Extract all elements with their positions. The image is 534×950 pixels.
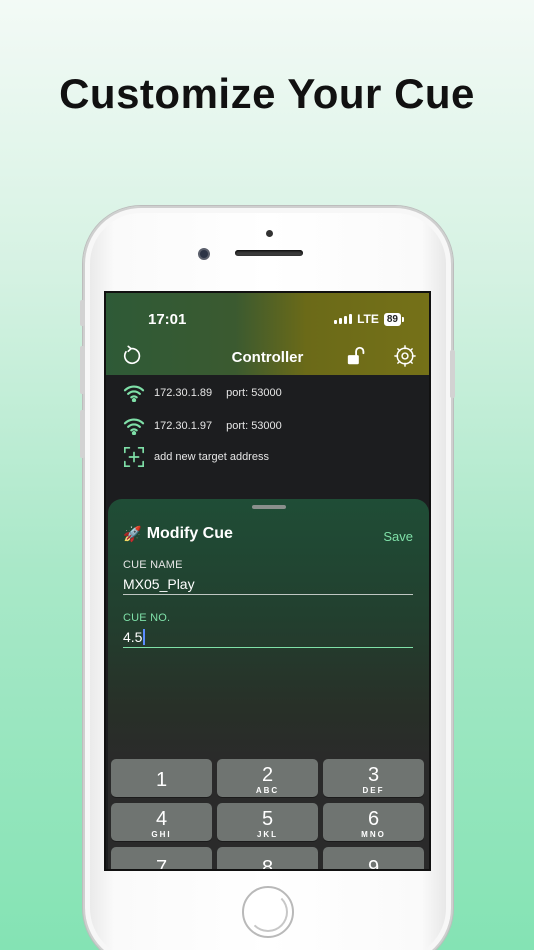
key-2[interactable]: 2 ABC xyxy=(217,759,318,797)
battery-icon: 89 xyxy=(383,312,405,326)
cue-no-field[interactable] xyxy=(123,626,413,648)
target-port: port: 53000 xyxy=(226,387,282,399)
home-button[interactable] xyxy=(242,886,294,938)
unlock-icon[interactable] xyxy=(346,345,370,369)
app-screen: 17:01 LTE 89 Controller 172.30.1.89 port… xyxy=(104,291,431,871)
add-target-button[interactable]: add new target address xyxy=(122,447,269,467)
wifi-icon xyxy=(122,383,146,403)
key-8[interactable]: 8 xyxy=(217,847,318,869)
target-row[interactable]: 172.30.1.97 port: 53000 xyxy=(122,416,282,436)
rocket-icon: 🚀 xyxy=(123,526,142,543)
key-5[interactable]: 5 JKL xyxy=(217,803,318,841)
key-9[interactable]: 9 xyxy=(323,847,424,869)
key-6[interactable]: 6 MNO xyxy=(323,803,424,841)
add-target-icon xyxy=(122,447,146,467)
gear-icon[interactable] xyxy=(394,345,418,369)
target-ip: 172.30.1.97 xyxy=(154,420,213,432)
headline: Customize Your Cue xyxy=(59,70,475,117)
cue-name-field[interactable] xyxy=(123,573,413,595)
signal-icon xyxy=(334,314,353,324)
power-button xyxy=(450,350,455,398)
key-3[interactable]: 3 DEF xyxy=(323,759,424,797)
cue-name-label: CUE NAME xyxy=(123,559,183,571)
save-button[interactable]: Save xyxy=(383,529,413,544)
front-sensor xyxy=(266,230,273,237)
earpiece-speaker xyxy=(235,250,303,256)
target-ip: 172.30.1.89 xyxy=(154,387,213,399)
status-indicators: LTE 89 xyxy=(334,312,405,326)
volume-down-button xyxy=(80,410,85,458)
status-time: 17:01 xyxy=(148,311,187,328)
add-target-label: add new target address xyxy=(154,451,269,463)
target-row[interactable]: 172.30.1.89 port: 53000 xyxy=(122,383,282,403)
text-caret xyxy=(143,629,145,645)
wifi-icon xyxy=(122,416,146,436)
nav-title: Controller xyxy=(231,349,304,366)
sheet-title-text: Modify Cue xyxy=(146,525,233,542)
top-bar: 17:01 LTE 89 Controller xyxy=(106,293,429,375)
front-camera xyxy=(198,248,210,260)
volume-up-button xyxy=(80,346,85,394)
mute-switch xyxy=(80,300,85,326)
cue-no-label: CUE NO. xyxy=(123,612,171,624)
sheet-title: 🚀 Modify Cue xyxy=(123,525,233,543)
target-port: port: 53000 xyxy=(226,420,282,432)
key-4[interactable]: 4 GHI xyxy=(111,803,212,841)
network-label: LTE xyxy=(357,312,379,326)
key-7[interactable]: 7 xyxy=(111,847,212,869)
sheet-grabber[interactable] xyxy=(252,505,286,509)
key-1[interactable]: 1 xyxy=(111,759,212,797)
